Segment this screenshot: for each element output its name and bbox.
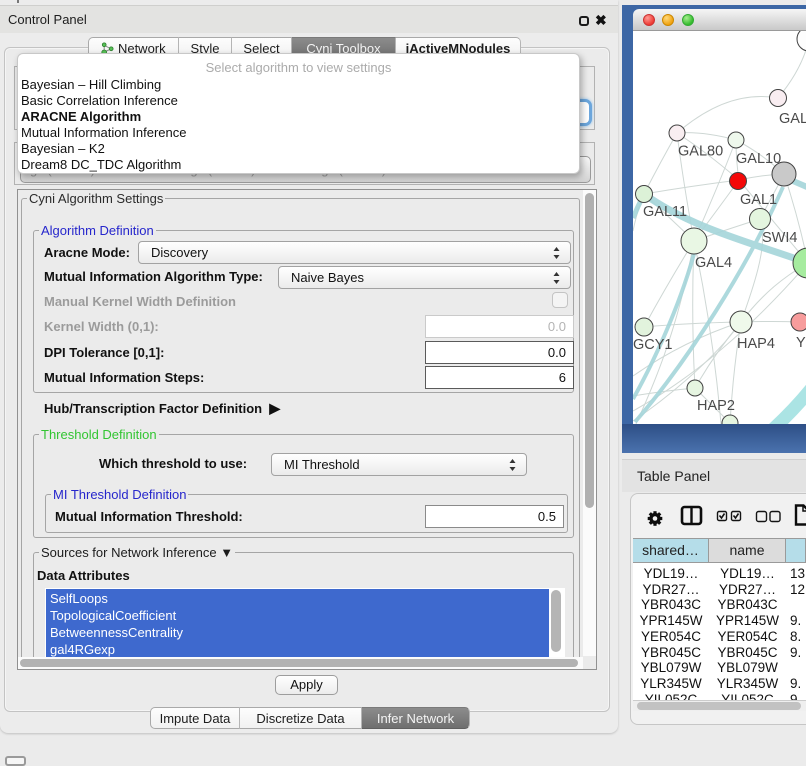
svg-text:Y: Y <box>796 335 806 351</box>
svg-text:HAP4: HAP4 <box>737 336 775 352</box>
svg-text:GAL4: GAL4 <box>695 255 732 271</box>
svg-text:GAL2: GAL2 <box>779 111 806 127</box>
svg-text:GAL11: GAL11 <box>643 204 687 220</box>
svg-text:GCY1: GCY1 <box>633 337 673 353</box>
svg-text:GAL10: GAL10 <box>736 151 781 167</box>
svg-text:GAL80: GAL80 <box>678 144 723 160</box>
svg-text:SWI4: SWI4 <box>762 230 797 246</box>
svg-text:GAL1: GAL1 <box>740 192 777 208</box>
svg-text:HAP2: HAP2 <box>697 398 735 414</box>
